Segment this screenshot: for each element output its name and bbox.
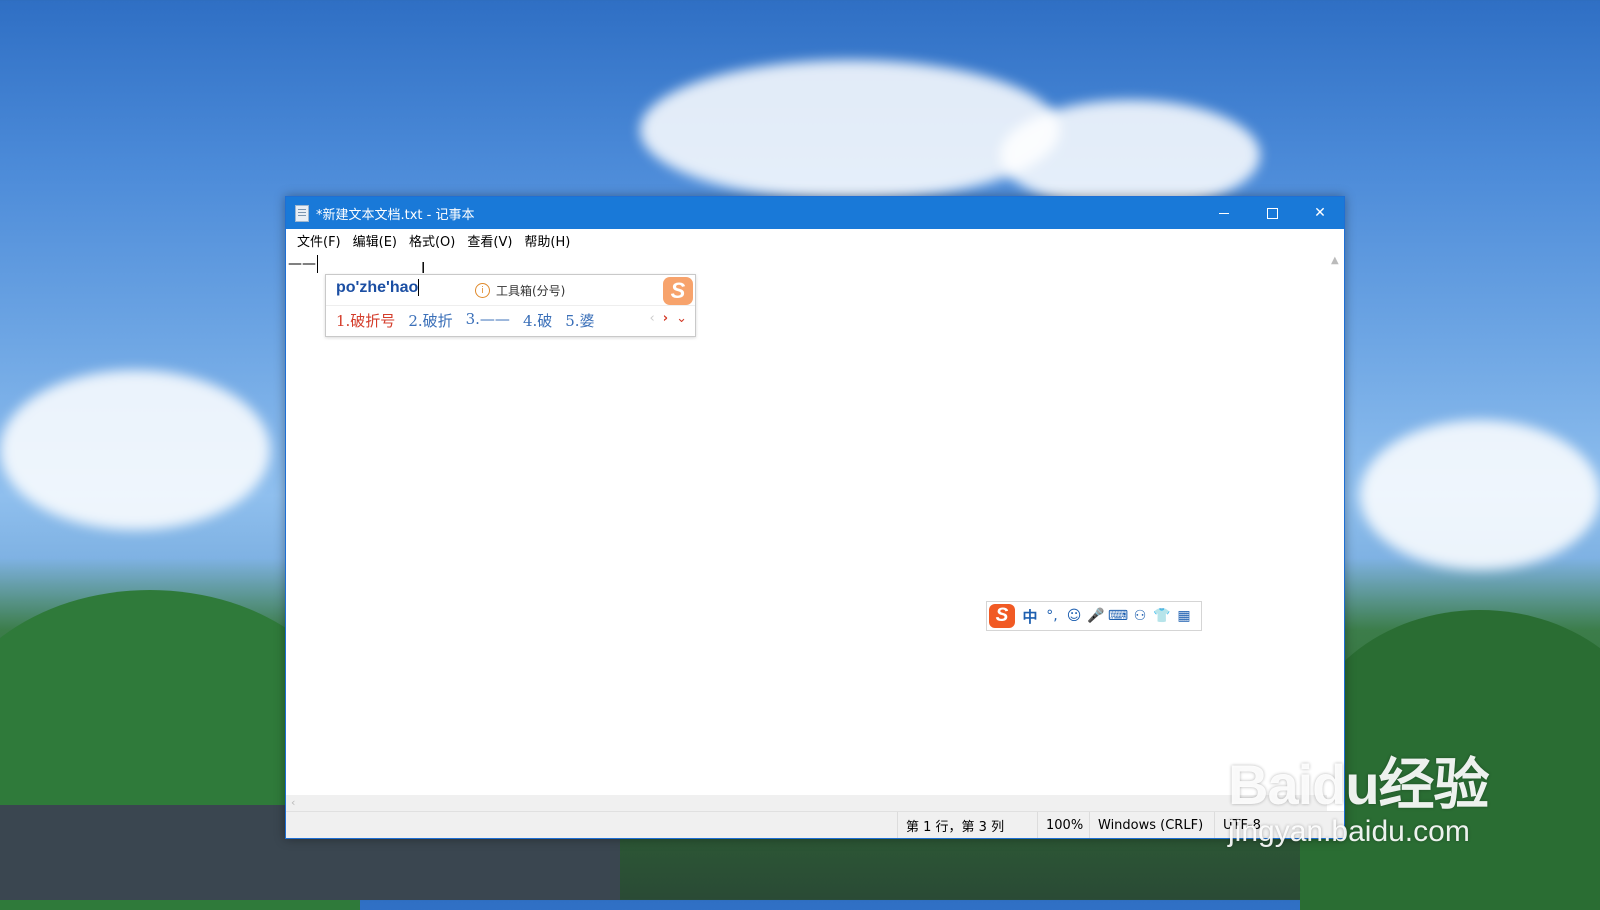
title-bar[interactable]: *新建文本文档.txt - 记事本 ✕ — [286, 197, 1344, 229]
notepad-icon — [295, 204, 309, 222]
menu-file[interactable]: 文件(F) — [291, 231, 347, 250]
close-icon: ✕ — [1314, 205, 1326, 221]
ime-tip-text: 工具箱(分号) — [496, 284, 566, 298]
ime-tip[interactable]: i 工具箱(分号) — [475, 282, 565, 299]
ime-composition: po'zhe'hao — [336, 279, 420, 297]
next-page-icon[interactable]: › — [663, 311, 668, 326]
menu-format[interactable]: 格式(O) — [403, 231, 461, 250]
editor-line: —— — [288, 255, 318, 273]
cloud — [640, 60, 1060, 200]
punctuation-toggle[interactable]: °, — [1041, 604, 1063, 628]
status-zoom: 100% — [1037, 812, 1089, 838]
cloud — [1000, 100, 1260, 210]
skin-icon[interactable]: 👕 — [1151, 604, 1173, 628]
ime-toolbar: S 中 °, ☺ 🎤 ⌨ ⚇ 👕 ▦ — [986, 601, 1202, 631]
horizontal-scrollbar[interactable]: ‹ — [286, 795, 1327, 812]
close-button[interactable]: ✕ — [1296, 197, 1344, 229]
candidate-item[interactable]: 2.破折 — [408, 310, 452, 331]
ime-input-text: po'zhe'hao — [336, 279, 419, 296]
maximize-button[interactable] — [1248, 197, 1296, 229]
candidate-list: 1.破折号 2.破折 3.—— 4.破 5.婆 — [336, 310, 608, 331]
minimize-icon — [1219, 212, 1229, 214]
status-line-ending: Windows (CRLF) — [1089, 812, 1213, 838]
emoji-icon[interactable]: ☺ — [1063, 604, 1085, 628]
microphone-icon[interactable]: 🎤 — [1085, 604, 1107, 628]
menu-help[interactable]: 帮助(H) — [518, 231, 576, 250]
menu-view[interactable]: 查看(V) — [461, 231, 518, 250]
candidate-item[interactable]: 3.—— — [466, 310, 510, 331]
minimize-button[interactable] — [1200, 197, 1248, 229]
baidu-watermark: Baidu经验 jingyan.baidu.com — [1228, 740, 1490, 849]
candidate-nav: ‹ › ⌄ — [650, 311, 687, 326]
candidate-item[interactable]: 1.破折号 — [336, 310, 395, 331]
divider — [326, 305, 695, 306]
vertical-scrollbar[interactable]: ▲ — [1327, 251, 1344, 795]
status-position: 第 1 行，第 3 列 — [897, 812, 1036, 838]
cloud — [0, 370, 270, 530]
menu-edit[interactable]: 编辑(E) — [347, 231, 403, 250]
cloud — [1360, 420, 1600, 570]
watermark-logo: Baidu经验 — [1228, 753, 1490, 816]
lang-toggle[interactable]: 中 — [1019, 604, 1041, 628]
window-title: *新建文本文档.txt - 记事本 — [316, 207, 475, 223]
sogou-logo-icon[interactable]: S — [989, 604, 1015, 628]
watermark-url: jingyan.baidu.com — [1228, 815, 1470, 848]
scroll-left-icon[interactable]: ‹ — [291, 796, 295, 809]
status-bar: 第 1 行，第 3 列 100% Windows (CRLF) UTF-8 — [286, 811, 1344, 838]
previous-page-icon[interactable]: ‹ — [650, 311, 655, 326]
candidate-item[interactable]: 4.破 — [523, 310, 552, 331]
user-icon[interactable]: ⚇ — [1129, 604, 1151, 628]
scroll-up-icon[interactable]: ▲ — [1331, 255, 1339, 266]
ime-candidate-window: po'zhe'hao i 工具箱(分号) S 1.破折号 2.破折 3.—— 4… — [325, 274, 696, 337]
editor-text: —— — [288, 256, 316, 272]
menu-bar: 文件(F) 编辑(E) 格式(O) 查看(V) 帮助(H) — [286, 229, 1344, 251]
info-icon: i — [475, 283, 490, 298]
sogou-logo-icon: S — [663, 277, 693, 305]
maximize-icon — [1266, 207, 1278, 219]
apps-icon[interactable]: ▦ — [1173, 604, 1195, 628]
candidate-item[interactable]: 5.婆 — [565, 310, 594, 331]
ime-caret — [418, 279, 420, 297]
keyboard-icon[interactable]: ⌨ — [1107, 604, 1129, 628]
text-caret — [317, 255, 318, 273]
expand-candidates-icon[interactable]: ⌄ — [676, 311, 687, 326]
